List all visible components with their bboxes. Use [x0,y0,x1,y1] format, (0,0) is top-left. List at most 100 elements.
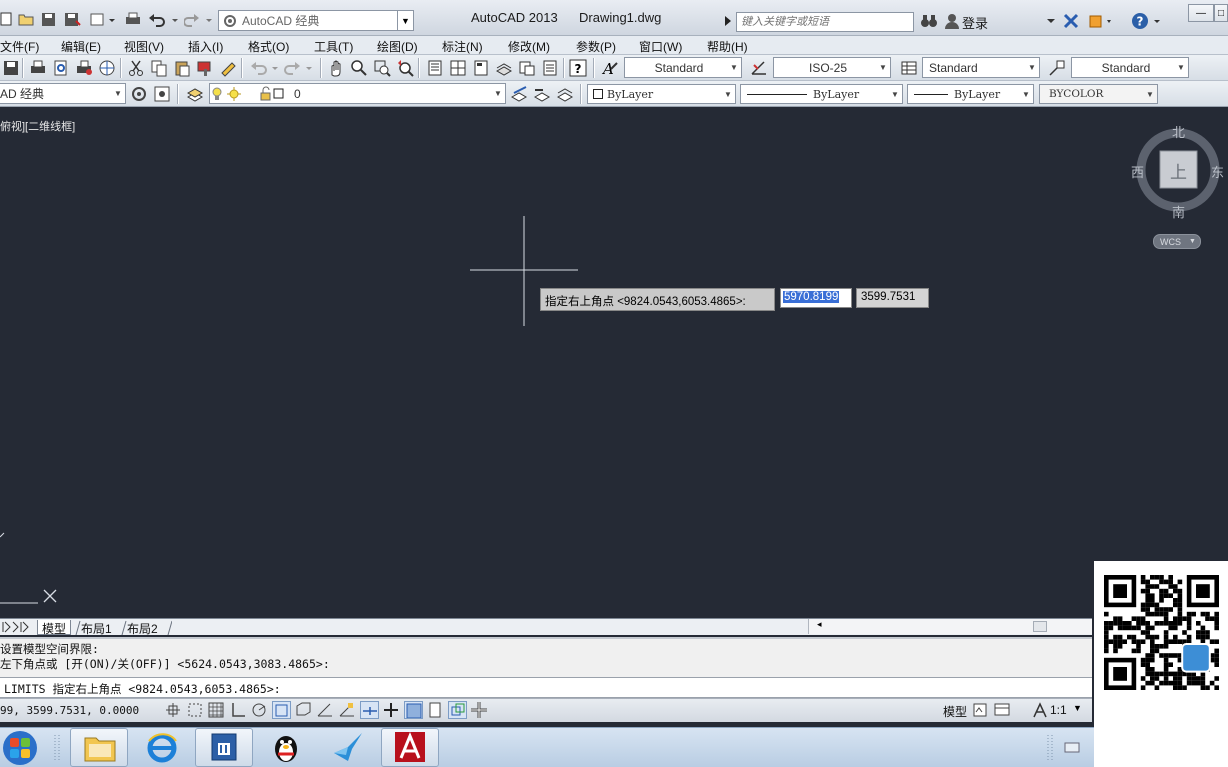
login-dropdown-icon[interactable] [1046,16,1056,26]
menu-window[interactable]: 窗口(W) [639,36,682,55]
wcs-menu[interactable]: WCS ▼ [1153,234,1201,249]
publish-icon[interactable] [75,59,93,77]
snap-mode-icon[interactable] [186,701,205,719]
redo-icon[interactable] [184,12,214,27]
copy-icon[interactable] [150,59,168,77]
lineweight-select[interactable]: ByLayer ▼ [907,84,1034,104]
object-snap-icon[interactable] [272,701,291,719]
plot-dropdown-icon[interactable] [90,12,116,27]
markup-set-icon[interactable] [518,59,536,77]
pan-hand-icon[interactable] [327,59,345,77]
paste-icon[interactable] [173,59,191,77]
restore-button[interactable]: □ [1214,4,1228,22]
menu-file[interactable]: 文件(F) [0,36,39,55]
compass-east[interactable]: 东 [1211,162,1224,181]
keyboard-icon[interactable] [1064,740,1080,754]
command-line-input[interactable]: LIMITS 指定右上角点 <9824.0543,6053.4865>: [0,677,1092,698]
dynamic-input-icon[interactable] [360,701,379,719]
start-button-icon[interactable] [2,730,38,766]
search-input[interactable] [736,12,914,32]
help-icon[interactable]: ? [569,59,587,77]
horizontal-scrollbar[interactable]: ◂ [808,619,1092,634]
menu-view[interactable]: 视图(V) [124,36,164,55]
dynamic-ucs-icon[interactable] [338,701,357,719]
text-style-icon[interactable]: A [601,59,619,77]
color-select[interactable]: ByLayer ▼ [587,84,736,104]
login-link[interactable]: 登录 [962,13,988,32]
linetype-select[interactable]: ByLayer ▼ [740,84,903,104]
connect-icon[interactable] [1088,12,1112,30]
save-as-icon[interactable] [64,12,81,27]
ie-browser-icon[interactable] [146,731,178,763]
lineweight-display-icon[interactable] [382,701,401,719]
print-icon[interactable] [124,12,142,27]
dynamic-input-y-field[interactable]: 3599.7531 [856,288,929,308]
menu-modify[interactable]: 修改(M) [508,36,550,55]
3d-object-snap-icon[interactable] [294,701,313,719]
ortho-mode-icon[interactable] [229,701,248,719]
plot-style-select[interactable]: BYCOLOR ▼ [1039,84,1158,104]
zoom-window-icon[interactable] [373,59,391,77]
layer-select[interactable]: 0 ▼ [209,83,506,104]
multileader-style-select[interactable]: Standard ▼ [1071,57,1189,78]
new-file-icon[interactable] [0,12,14,26]
3d-dwf-icon[interactable] [98,59,116,77]
expand-search-icon[interactable] [723,14,733,28]
save-icon[interactable] [41,12,56,27]
grid-display-icon[interactable] [207,701,226,719]
multileader-style-icon[interactable] [1048,59,1066,77]
table-style-select[interactable]: Standard ▼ [922,57,1040,78]
layer-properties-icon[interactable] [186,85,204,103]
open-folder-icon[interactable] [18,12,34,26]
block-editor-icon[interactable] [219,59,237,77]
undo-icon[interactable] [148,12,180,27]
menu-draw[interactable]: 绘图(D) [377,36,418,55]
cut-icon[interactable] [127,59,145,77]
menu-insert[interactable]: 插入(I) [188,36,223,55]
workspace-settings-icon[interactable] [130,85,148,103]
transparency-icon[interactable] [404,701,423,719]
layer-previous-icon[interactable] [533,85,551,103]
quickcalc-icon[interactable] [541,59,559,77]
minimize-button[interactable]: — [1188,4,1214,22]
make-current-layer-icon[interactable] [510,85,528,103]
annotation-scale-icon[interactable] [1031,701,1050,719]
design-center-icon[interactable] [449,59,467,77]
menu-tools[interactable]: 工具(T) [314,36,353,55]
viewcube[interactable]: 北 南 东 西 上 [1130,120,1228,220]
bird-app-icon[interactable] [332,731,364,763]
redo-icon[interactable] [284,59,314,77]
tool-palettes-icon[interactable] [472,59,490,77]
menu-help[interactable]: 帮助(H) [707,36,748,55]
menu-dimension[interactable]: 标注(N) [442,36,483,55]
undo-icon[interactable] [250,59,280,77]
chevron-down-icon[interactable]: ▼ [397,11,413,30]
scroll-left-icon[interactable]: ◂ [817,619,822,630]
tab-model[interactable]: 模型 [37,620,72,636]
quick-view-layouts-icon[interactable] [971,701,990,719]
binoculars-icon[interactable] [920,13,938,29]
polar-tracking-icon[interactable] [250,701,269,719]
customize-icon[interactable] [153,85,171,103]
quick-view-drawings-icon[interactable] [993,701,1012,719]
save-icon[interactable] [2,59,20,77]
coordinate-readout[interactable]: 99, 3599.7531, 0.0000 [0,704,139,717]
exchange-icon[interactable] [1063,13,1079,29]
dim-style-icon[interactable] [750,59,768,77]
print-preview-icon[interactable] [52,59,70,77]
menu-edit[interactable]: 编辑(E) [61,36,101,55]
menu-format[interactable]: 格式(O) [248,36,289,55]
compass-north[interactable]: 北 [1172,122,1185,141]
user-icon[interactable] [944,13,960,29]
layer-state-icon[interactable] [556,85,574,103]
viewcube-top-face[interactable]: 上 [1170,158,1187,183]
properties-icon[interactable] [426,59,444,77]
zoom-previous-icon[interactable] [396,59,414,77]
qq-penguin-icon[interactable] [270,730,302,764]
annotation-monitor-icon[interactable] [470,701,489,719]
compass-south[interactable]: 南 [1172,202,1185,221]
menu-parametric[interactable]: 参数(P) [576,36,616,55]
infer-constraints-icon[interactable] [164,701,183,719]
match-properties-icon[interactable] [196,59,214,77]
tab-navigation-icons[interactable] [2,621,34,633]
